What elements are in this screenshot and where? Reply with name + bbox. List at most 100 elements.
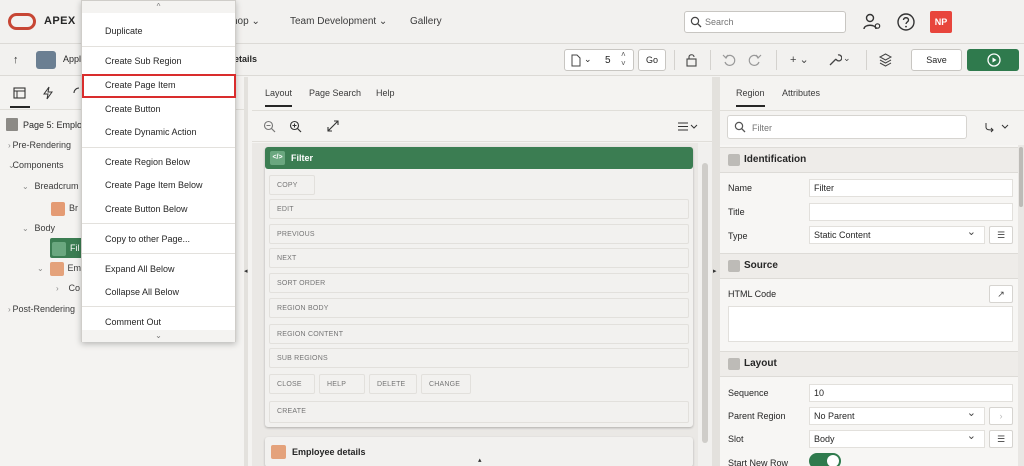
menu-item-copy-to-other-page[interactable]: Copy to other Page... [82, 228, 235, 250]
property-filter-input[interactable] [752, 121, 952, 135]
tab-layout[interactable]: Layout [265, 88, 293, 107]
slot-edit[interactable]: EDIT [269, 199, 689, 219]
group-identification[interactable]: Identification [720, 147, 1018, 173]
nav-app-builder[interactable]: hop ⌄ [232, 16, 260, 27]
slot-sort-order[interactable]: SORT ORDER [269, 273, 689, 293]
left-splitter[interactable]: ◂ [244, 77, 248, 466]
zoom-in-icon[interactable] [289, 120, 302, 133]
menu-scroll-down-icon[interactable]: ⌄ [82, 330, 235, 342]
save-and-run-button[interactable] [967, 49, 1019, 71]
help-icon[interactable] [896, 12, 916, 32]
global-search[interactable] [684, 11, 846, 33]
title-field[interactable] [809, 203, 1013, 221]
redo-icon[interactable] [748, 53, 762, 67]
tab-page-search[interactable]: Page Search [309, 88, 361, 98]
collapse-left-icon[interactable]: ◂ [244, 267, 248, 275]
nav-gallery[interactable]: Gallery [410, 16, 442, 27]
scrollbar-thumb[interactable] [702, 163, 708, 443]
stepper-down-icon[interactable]: ˅ [621, 59, 626, 68]
menu-item-create-page-item-below[interactable]: Create Page Item Below [82, 174, 235, 196]
group-layout[interactable]: Layout [720, 351, 1018, 377]
parent-region-select[interactable]: No Parent [809, 405, 985, 425]
page-number[interactable]: 5 [605, 55, 611, 66]
go-to-group-icon[interactable] [984, 121, 1010, 133]
menu-item-create-dynamic-action[interactable]: Create Dynamic Action [82, 121, 235, 143]
tab-region[interactable]: Region [736, 88, 765, 107]
chevron-down-icon[interactable]: ⌄ [22, 177, 32, 197]
tab-help[interactable]: Help [376, 88, 395, 98]
property-scrollbar[interactable] [1018, 145, 1024, 466]
slot-create[interactable]: CREATE [269, 401, 689, 423]
menu-item-create-page-item[interactable]: Create Page Item [82, 74, 236, 98]
menu-item-collapse-all-below[interactable]: Collapse All Below [82, 281, 235, 303]
chevron-down-icon[interactable] [728, 154, 740, 166]
chevron-right-icon[interactable]: › [0, 300, 11, 320]
go-button[interactable]: Go [638, 49, 666, 71]
user-avatar[interactable]: NP [930, 11, 952, 33]
menu-item-duplicate[interactable]: Duplicate [82, 20, 235, 42]
collapse-bottom-icon[interactable]: ▴ [478, 456, 482, 464]
name-field[interactable]: Filter [809, 179, 1013, 197]
slot-next[interactable]: NEXT [269, 248, 689, 268]
menu-item-create-button-below[interactable]: Create Button Below [82, 198, 235, 220]
html-code-editor[interactable] [728, 306, 1013, 342]
region-filter[interactable]: </> Filter COPY EDIT PREVIOUS NEXT SORT … [265, 147, 693, 427]
chevron-down-icon[interactable]: ⌄ [37, 259, 47, 279]
application-icon[interactable] [36, 51, 56, 69]
processing-tab-icon[interactable] [72, 86, 80, 100]
global-search-input[interactable] [705, 15, 835, 29]
utilities-menu-chevron[interactable]: ⌄ [843, 53, 851, 64]
chevron-right-icon[interactable]: › [56, 279, 66, 299]
page-selector[interactable]: ⌄ 5 ˄ ˅ [564, 49, 634, 71]
list-icon[interactable]: ☰ [989, 226, 1013, 244]
add-component-button[interactable]: + ⌄ [790, 53, 809, 66]
zoom-out-icon[interactable] [263, 120, 276, 133]
collapse-right-icon[interactable]: ▸ [713, 267, 717, 275]
chevron-down-icon[interactable]: ⌄ [0, 156, 15, 176]
expand-icon[interactable] [327, 120, 339, 132]
chevron-down-icon[interactable] [728, 260, 740, 272]
chevron-right-icon[interactable]: › [989, 407, 1013, 425]
start-new-row-toggle[interactable] [809, 453, 841, 466]
application-label[interactable]: Appl [63, 54, 81, 64]
slot-sub-regions[interactable]: SUB REGIONS [269, 348, 689, 368]
stepper-up-icon[interactable]: ˄ [621, 50, 626, 59]
slot-delete[interactable]: DELETE [369, 374, 417, 394]
slot-copy[interactable]: COPY [269, 175, 315, 195]
save-button[interactable]: Save [911, 49, 962, 71]
menu-scroll-up-icon[interactable]: ^ [82, 1, 235, 13]
type-select[interactable]: Static Content [809, 224, 985, 244]
group-source[interactable]: Source [720, 253, 1018, 279]
menu-item-expand-all-below[interactable]: Expand All Below [82, 258, 235, 280]
brand-title[interactable]: APEX [44, 15, 76, 27]
tab-attributes[interactable]: Attributes [782, 88, 820, 98]
rendering-tab-icon[interactable] [13, 87, 26, 99]
right-splitter[interactable]: ▸ [712, 77, 720, 466]
up-arrow-icon[interactable]: ↑ [13, 54, 19, 66]
chevron-down-icon[interactable]: ⌄ [22, 219, 32, 239]
tree-page-label[interactable]: Page 5: Employ [23, 120, 87, 130]
canvas-scrollbar[interactable] [698, 143, 712, 466]
chevron-right-icon[interactable]: › [0, 136, 11, 156]
slot-region-content[interactable]: REGION CONTENT [269, 324, 689, 344]
menu-item-create-region-below[interactable]: Create Region Below [82, 151, 235, 173]
slot-previous[interactable]: PREVIOUS [269, 224, 689, 244]
scrollbar-thumb[interactable] [1019, 147, 1023, 207]
slot-select[interactable]: Body [809, 428, 985, 448]
undo-icon[interactable] [722, 53, 736, 67]
slot-close[interactable]: CLOSE [269, 374, 315, 394]
slot-change[interactable]: CHANGE [421, 374, 471, 394]
user-gear-icon[interactable] [862, 12, 882, 32]
dynamic-actions-tab-icon[interactable] [43, 86, 53, 100]
region-filter-header[interactable]: </> Filter [265, 147, 693, 169]
menu-item-create-button[interactable]: Create Button [82, 98, 235, 120]
shared-components-icon[interactable] [878, 53, 893, 67]
menu-item-create-sub-region[interactable]: Create Sub Region [82, 50, 235, 72]
lock-page-icon[interactable] [685, 53, 699, 67]
chevron-down-icon[interactable] [728, 358, 740, 370]
tree-node-filter-selected[interactable]: Fil [50, 238, 85, 258]
menu-icon[interactable] [678, 122, 698, 132]
sequence-field[interactable]: 10 [809, 384, 1013, 402]
slot-help[interactable]: HELP [319, 374, 365, 394]
property-filter[interactable] [727, 115, 967, 139]
